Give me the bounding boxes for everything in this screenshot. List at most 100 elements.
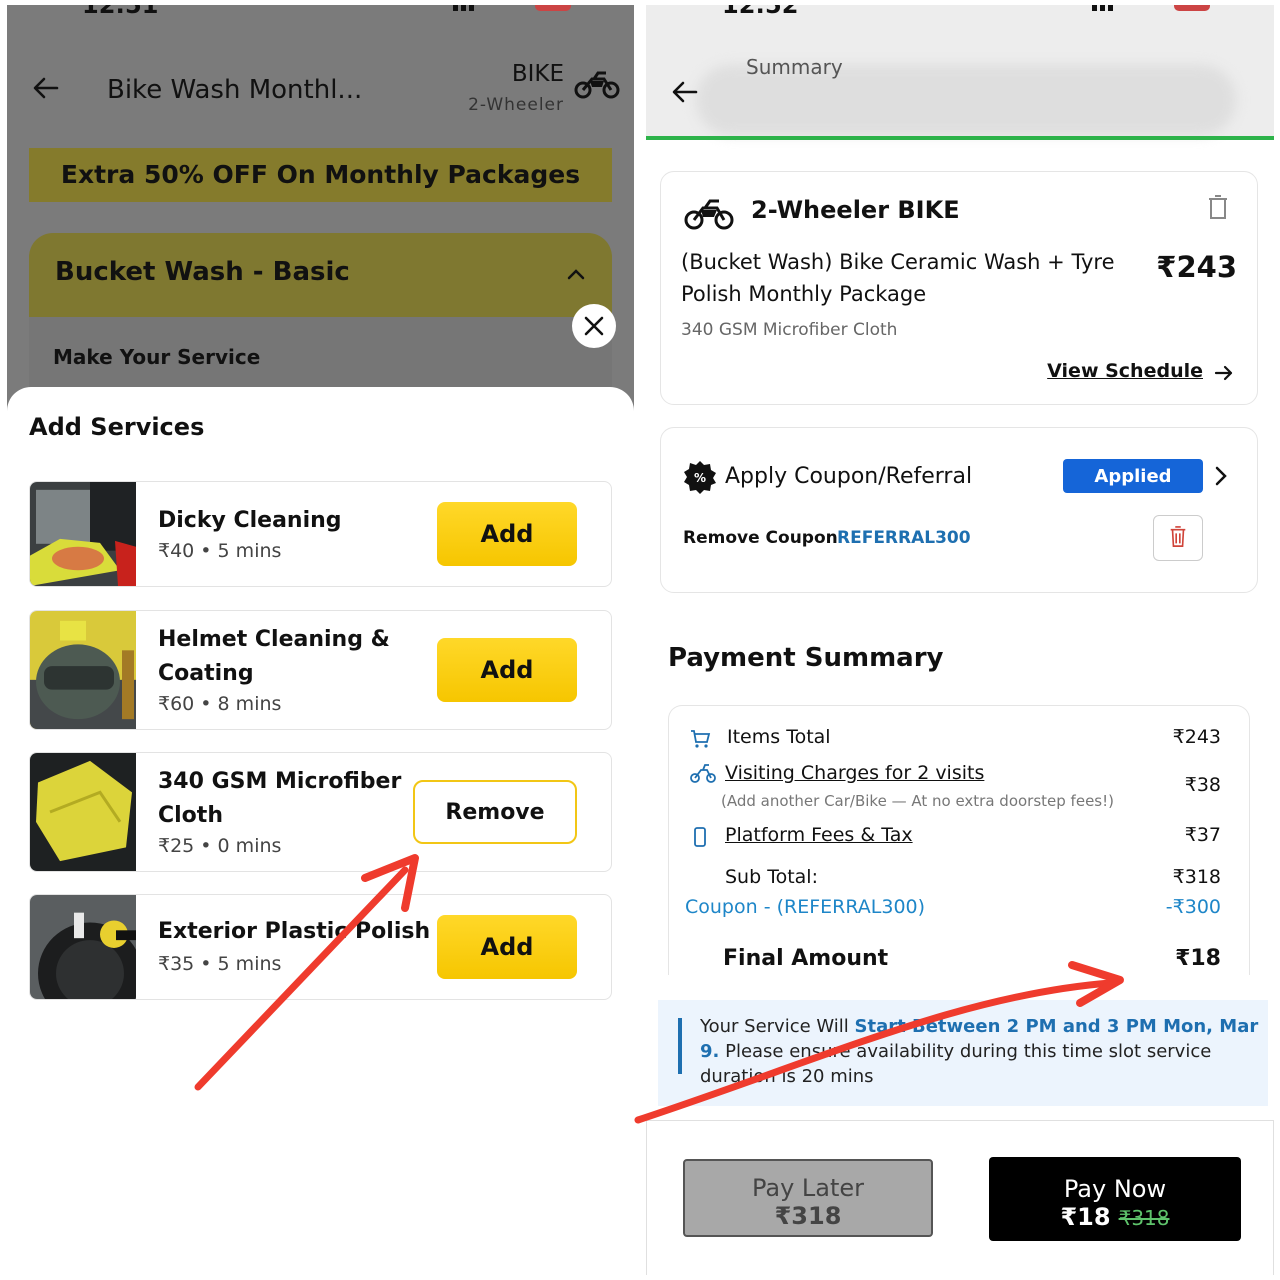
signal-icon	[469, 5, 474, 11]
page-title: Summary	[746, 55, 843, 79]
service-price-duration: ₹35 • 5 mins	[158, 953, 282, 975]
subtotal-value: ₹318	[1172, 866, 1221, 888]
header: Bike Wash Monthl... BIKE 2-Wheeler	[7, 45, 634, 125]
package-accordion[interactable]: Bucket Wash - Basic	[29, 233, 612, 323]
vehicle-title: 2-Wheeler BIKE	[751, 196, 960, 224]
phone-icon	[694, 827, 706, 847]
vehicle-type: 2-Wheeler	[468, 95, 564, 115]
plastic-polish-image	[30, 895, 136, 999]
summary-screen: 12:52 17 Summary 2-Wheeler BIKE	[646, 5, 1274, 1275]
items-total-value: ₹243	[1172, 726, 1221, 748]
subtotal-label: Sub Total:	[725, 866, 818, 888]
motorbike-icon	[574, 71, 620, 99]
screenshot-composite: 12:51 18 Bike Wash Monthl... BIKE 2-Whee…	[0, 0, 1280, 1280]
close-icon	[584, 316, 604, 336]
service-item: Exterior Plastic Polish ₹35 • 5 mins Add	[29, 894, 612, 1000]
status-time: 12:52	[722, 5, 799, 19]
back-arrow-icon[interactable]	[31, 73, 61, 103]
back-arrow-icon[interactable]	[670, 77, 700, 107]
signal-icon	[453, 5, 458, 11]
coupon-title[interactable]: Apply Coupon/Referral	[725, 464, 972, 489]
package-subtitle: Make Your Service	[53, 345, 261, 369]
status-icons: 18	[447, 5, 577, 15]
motorbike-icon	[684, 199, 734, 230]
add-service-button[interactable]: Add	[437, 638, 577, 702]
service-item: 340 GSM Microfiber Cloth ₹25 • 0 mins Re…	[29, 752, 612, 872]
service-price-duration: ₹25 • 0 mins	[158, 835, 282, 857]
service-name: Dicky Cleaning	[158, 508, 342, 533]
visiting-charges-note: (Add another Car/Bike — At no extra door…	[721, 792, 1114, 810]
pay-later-label: Pay Later	[751, 1174, 865, 1202]
signal-icon	[1108, 5, 1113, 11]
payment-footer: Pay Later ₹318 Pay Now ₹18 ₹318	[646, 1120, 1274, 1275]
page-title: Bike Wash Monthl...	[107, 75, 363, 105]
addon-item: 340 GSM Microfiber Cloth	[681, 320, 898, 340]
service-price-duration: ₹40 • 5 mins	[158, 540, 282, 562]
chevron-up-icon[interactable]	[564, 263, 588, 287]
vehicle-package-card: 2-Wheeler BIKE (Bucket Wash) Bike Cerami…	[660, 171, 1258, 405]
notice-text: Your Service Will Start Between 2 PM and…	[700, 1014, 1260, 1089]
platform-fees-link[interactable]: Platform Fees & Tax	[725, 824, 913, 846]
package-title: Bucket Wash - Basic	[55, 257, 350, 287]
status-icons: 17	[1092, 5, 1222, 15]
signal-icon	[1092, 5, 1097, 11]
progress-bar	[646, 136, 1274, 140]
add-services-screen: 12:51 18 Bike Wash Monthl... BIKE 2-Whee…	[7, 5, 634, 1275]
service-item: Helmet Cleaning & Coating ₹60 • 8 mins A…	[29, 610, 612, 730]
coupon-code: REFERRAL300	[837, 528, 971, 548]
package-description: (Bucket Wash) Bike Ceramic Wash + Tyre P…	[681, 250, 1115, 306]
pay-now-label: Pay Now	[1063, 1175, 1167, 1203]
pay-now-button[interactable]: Pay Now ₹18 ₹318	[989, 1157, 1241, 1241]
applied-badge[interactable]: Applied	[1063, 459, 1203, 493]
final-amount-label: Final Amount	[723, 946, 889, 971]
pay-now-original-price: ₹318	[1118, 1206, 1170, 1230]
signal-icon	[1100, 5, 1105, 11]
pay-later-button[interactable]: Pay Later ₹318	[683, 1159, 933, 1237]
service-name: Helmet Cleaning & Coating	[158, 627, 390, 686]
remove-coupon-button[interactable]	[1153, 515, 1203, 561]
battery-icon: 17	[1174, 5, 1210, 11]
visiting-charges-link[interactable]: Visiting Charges for 2 visits	[725, 762, 984, 784]
add-service-button[interactable]: Add	[437, 502, 577, 566]
arrow-right-icon[interactable]	[1213, 362, 1235, 384]
status-bar: 12:51 18	[7, 5, 634, 19]
service-price-duration: ₹60 • 8 mins	[158, 693, 282, 715]
visiting-charges-value: ₹38	[1184, 774, 1221, 796]
package-price: ₹243	[1156, 250, 1237, 284]
items-total-label: Items Total	[727, 726, 831, 748]
signal-icon	[461, 5, 466, 11]
promo-banner: Extra 50% OFF On Monthly Packages	[29, 148, 612, 202]
notice-prefix: Your Service Will	[700, 1016, 855, 1037]
dicky-cleaning-image	[30, 482, 136, 586]
payment-summary-title: Payment Summary	[668, 643, 944, 673]
coupon-discount-value: -₹300	[1165, 896, 1221, 918]
sheet-title: Add Services	[29, 413, 205, 441]
microfiber-cloth-image	[30, 753, 136, 871]
service-name: Exterior Plastic Polish	[158, 919, 431, 944]
svg-text:%: %	[694, 471, 706, 485]
trash-icon[interactable]	[1207, 194, 1229, 220]
payment-summary-box: Items Total ₹243 Visiting Charges for 2 …	[668, 705, 1250, 975]
pay-later-amount: ₹318	[774, 1202, 842, 1230]
add-service-button[interactable]: Add	[437, 915, 577, 979]
cart-icon	[691, 730, 711, 748]
service-name: 340 GSM Microfiber Cloth	[158, 769, 402, 828]
final-amount-value: ₹18	[1175, 946, 1221, 971]
add-services-sheet: Add Services Dicky Cleaning ₹40 • 5 mins…	[7, 387, 634, 1275]
view-schedule-link[interactable]: View Schedule	[1047, 360, 1203, 382]
close-sheet-button[interactable]	[572, 304, 616, 348]
remove-coupon-label: Remove Coupon	[683, 528, 838, 548]
service-item: Dicky Cleaning ₹40 • 5 mins Add	[29, 481, 612, 587]
discount-badge-icon: %	[684, 461, 716, 494]
header: 12:52 17 Summary	[646, 5, 1274, 140]
coupon-card: % Apply Coupon/Referral Applied Remove C…	[660, 427, 1258, 593]
dimmed-background: 12:51 18 Bike Wash Monthl... BIKE 2-Whee…	[7, 5, 634, 425]
pay-now-amount: ₹18	[1060, 1203, 1111, 1231]
helmet-cleaning-image	[30, 611, 136, 729]
chevron-right-icon[interactable]	[1211, 464, 1231, 488]
scooter-icon	[690, 764, 716, 783]
service-time-notice: Your Service Will Start Between 2 PM and…	[658, 1000, 1268, 1106]
coupon-discount-label: Coupon - (REFERRAL300)	[685, 896, 926, 918]
platform-fees-value: ₹37	[1184, 824, 1221, 846]
remove-service-button[interactable]: Remove	[413, 780, 577, 844]
